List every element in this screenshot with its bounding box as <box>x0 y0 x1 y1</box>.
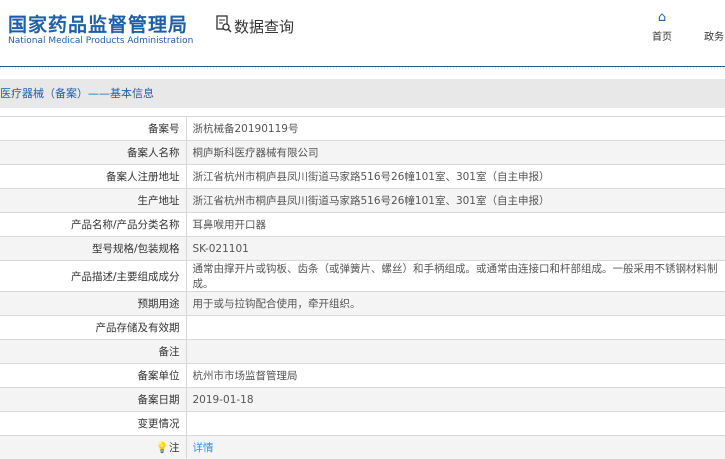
table-row: 变更情况 <box>0 411 725 436</box>
row-label: 变更情况 <box>0 411 187 436</box>
table-row-note: 💡注 详情 <box>0 435 725 460</box>
details-link[interactable]: 详情 <box>193 442 214 454</box>
row-value <box>186 339 725 364</box>
header-divider <box>0 66 725 69</box>
logo-subtitle: National Medical Products Administration <box>8 36 194 46</box>
row-label: 备注 <box>0 339 187 364</box>
row-value <box>186 411 725 436</box>
row-label: 备案人名称 <box>0 140 187 165</box>
data-query-label: 数据查询 <box>234 17 295 36</box>
lightbulb-icon: 💡 <box>155 442 169 454</box>
site-header: 国家药品监督管理局 National Medical Products Admi… <box>0 0 725 66</box>
table-row: 备案号 浙杭械备20190119号 <box>0 116 725 141</box>
row-value: 浙江省杭州市桐庐县凤川街道马家路516号26幢101室、301室（自主申报） <box>186 188 725 213</box>
table-row: 备注 <box>0 339 725 364</box>
nav-government[interactable]: 政务 <box>704 28 724 43</box>
row-label: 备案人注册地址 <box>0 164 187 189</box>
table-row: 预期用途 用于或与拉钩配合使用，牵开组织。 <box>0 291 725 316</box>
row-label: 生产地址 <box>0 188 187 213</box>
row-value: 浙江省杭州市桐庐县凤川街道马家路516号26幢101室、301室（自主申报） <box>186 164 725 189</box>
note-label: 注 <box>169 442 180 454</box>
row-value: 通常由撑开片或钩板、齿条（或弹簧片、螺丝）和手柄组成。或通常由连接口和杆部组成。… <box>186 260 725 292</box>
table-row: 产品描述/主要组成成分 通常由撑开片或钩板、齿条（或弹簧片、螺丝）和手柄组成。或通… <box>0 260 725 292</box>
info-table: 备案号 浙杭械备20190119号 备案人名称 桐庐斯科医疗器械有限公司 备案人注册地址… <box>0 116 725 460</box>
row-label: 产品存储及有效期 <box>0 315 187 340</box>
row-value: 详情 <box>186 435 725 460</box>
section-title: 医疗器械（备案）——基本信息 <box>0 79 725 108</box>
row-value: 杭州市市场监督管理局 <box>186 363 725 388</box>
row-label: 产品描述/主要组成成分 <box>0 260 187 292</box>
row-value: 耳鼻喉用开口器 <box>186 212 725 237</box>
data-query-title: 数据查询 <box>216 15 294 37</box>
nav-home-label: 首页 <box>652 32 672 43</box>
nav-home[interactable]: ⌂ 首页 <box>652 10 672 43</box>
table-row: 备案单位 杭州市市场监督管理局 <box>0 363 725 388</box>
row-label: 备案日期 <box>0 387 187 412</box>
row-value: 浙杭械备20190119号 <box>186 116 725 141</box>
row-label: 预期用途 <box>0 291 187 316</box>
row-label: 产品名称/产品分类名称 <box>0 212 187 237</box>
home-icon: ⌂ <box>657 10 667 25</box>
row-value: 2019-01-18 <box>186 387 725 412</box>
table-row: 型号规格/包装规格 SK-021101 <box>0 236 725 261</box>
nav-government-label: 政务 <box>704 32 724 43</box>
table-row: 备案人注册地址 浙江省杭州市桐庐县凤川街道马家路516号26幢101室、301室（… <box>0 164 725 189</box>
logo-title[interactable]: 国家药品监督管理局 <box>8 10 188 37</box>
table-row: 产品存储及有效期 <box>0 315 725 340</box>
row-label: 备案单位 <box>0 363 187 388</box>
row-label: 💡注 <box>0 435 187 460</box>
row-value: 用于或与拉钩配合使用，牵开组织。 <box>186 291 725 316</box>
table-row: 备案日期 2019-01-18 <box>0 387 725 412</box>
row-label: 型号规格/包装规格 <box>0 236 187 261</box>
table-row: 产品名称/产品分类名称 耳鼻喉用开口器 <box>0 212 725 237</box>
table-row: 生产地址 浙江省杭州市桐庐县凤川街道马家路516号26幢101室、301室（自主申… <box>0 188 725 213</box>
row-value: 桐庐斯科医疗器械有限公司 <box>186 140 725 165</box>
row-value: SK-021101 <box>186 236 725 261</box>
document-search-icon <box>216 15 232 37</box>
row-value <box>186 315 725 340</box>
table-row: 备案人名称 桐庐斯科医疗器械有限公司 <box>0 140 725 165</box>
row-label: 备案号 <box>0 116 187 141</box>
